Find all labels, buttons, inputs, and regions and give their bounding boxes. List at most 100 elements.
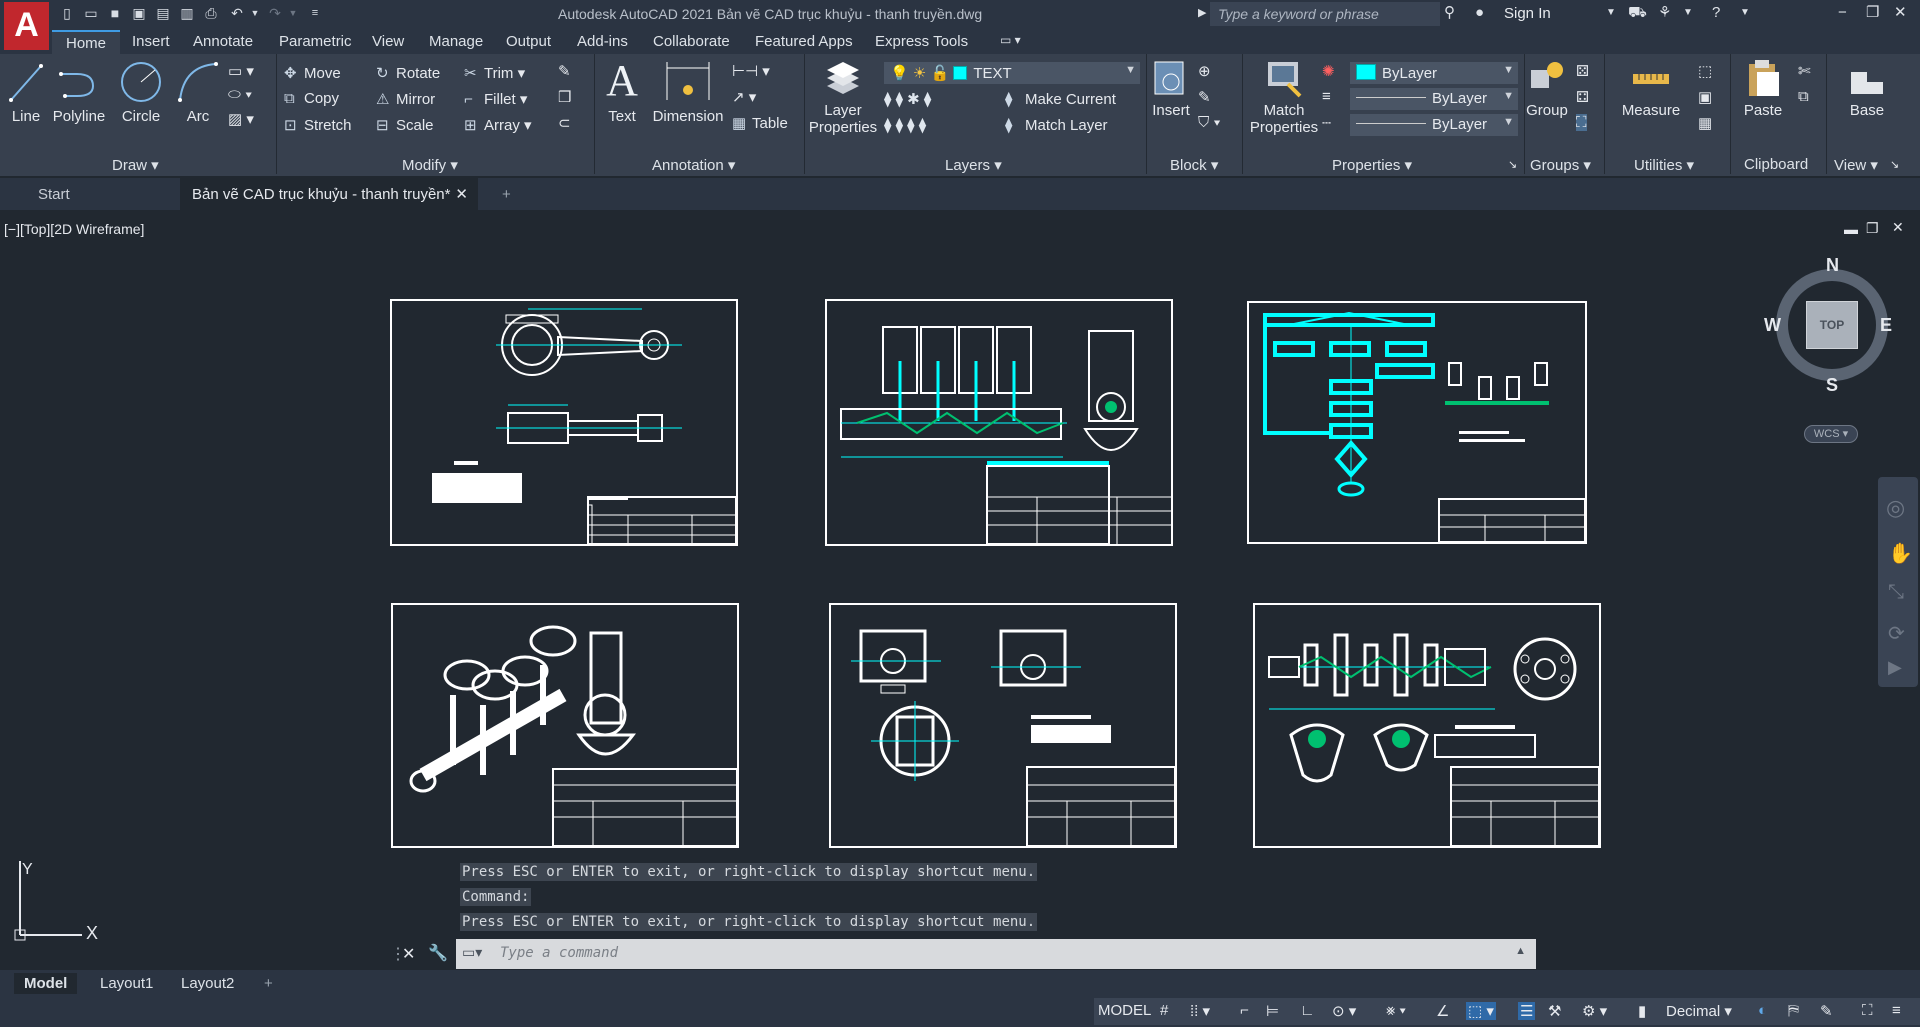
rectangle-icon[interactable]: ▭ ▾ <box>228 62 254 80</box>
drawing-sheet-connecting-rod[interactable] <box>390 299 738 546</box>
drawing-sheet-crank-assembly[interactable] <box>825 299 1173 546</box>
showmotion-icon[interactable]: ▶ <box>1888 657 1902 678</box>
modify-panel-title[interactable]: Modify ▾ <box>402 156 458 174</box>
move-button[interactable]: ✥ Move <box>284 64 341 82</box>
zoom-extents-icon[interactable]: ⤡ <box>1888 581 1904 604</box>
compass-east[interactable]: E <box>1880 315 1892 336</box>
app-dropdown-icon[interactable]: ▼ <box>1683 4 1693 22</box>
autodesk-app-icon[interactable]: ⚘ <box>1658 4 1671 22</box>
customization-menu-icon[interactable]: ≡ <box>1892 1002 1901 1019</box>
object-snap-icon[interactable]: ⬚ ▾ <box>1466 1002 1496 1020</box>
offset-icon[interactable]: ⊂ <box>558 114 571 132</box>
grid-icon[interactable]: # <box>1160 1002 1168 1019</box>
tab-express-tools[interactable]: Express Tools <box>875 33 968 50</box>
save-icon[interactable]: ■ <box>106 4 124 22</box>
leader-icon[interactable]: ↗ ▾ <box>732 88 756 106</box>
tab-manage[interactable]: Manage <box>429 33 483 50</box>
layer-tools-row-1[interactable]: ⧫ ⧫ ✱ ⧫ <box>884 90 931 108</box>
search-icon[interactable]: ⚲ <box>1444 4 1455 22</box>
layer-properties-button[interactable]: Layer Properties <box>808 58 878 136</box>
layers-panel-title[interactable]: Layers ▾ <box>945 156 1002 174</box>
group-select-icon[interactable]: ⛶ <box>1576 114 1587 131</box>
arc-button[interactable]: Arc <box>176 60 220 125</box>
block-panel-title[interactable]: Block ▾ <box>1170 156 1218 174</box>
undo-dropdown-icon[interactable]: ▼ <box>246 4 264 22</box>
dynamic-input-icon[interactable]: ⊨ <box>1266 1002 1279 1020</box>
drawing-sheet-piston[interactable] <box>829 603 1177 848</box>
layer-tools-row-2[interactable]: ⧫ ⧫ ⧫ ⧫ <box>884 116 926 134</box>
compass-west[interactable]: W <box>1764 315 1781 336</box>
quick-properties-icon[interactable]: ▮ <box>1638 1002 1646 1020</box>
array-button[interactable]: ⊞ Array ▾ <box>464 116 532 134</box>
tab-layout2[interactable]: Layout2 <box>171 973 244 994</box>
tab-home[interactable]: Home <box>52 30 121 54</box>
isolate-objects-icon[interactable]: ◐ <box>1758 1002 1767 1019</box>
mirror-button[interactable]: ⚠ Mirror <box>376 90 435 108</box>
match-layer-button[interactable]: ⧫ Match Layer <box>1005 116 1108 134</box>
command-input[interactable]: ▭▾ Type a command ▲ <box>456 939 1536 969</box>
pan-icon[interactable]: ✋ <box>1888 541 1913 566</box>
viewport-close-icon[interactable]: ✕ <box>1892 219 1904 236</box>
user-icon[interactable]: ● <box>1475 4 1484 22</box>
orbit-icon[interactable]: ⟳ <box>1888 621 1905 646</box>
object-snap-tracking-icon[interactable]: ∠ <box>1436 1002 1449 1020</box>
linetype-dropdown[interactable]: ByLayer ▼ <box>1350 88 1518 110</box>
close-icon[interactable]: ✕ <box>1894 4 1907 22</box>
copy-clip-icon[interactable]: ⧉ <box>1798 88 1809 105</box>
clipboard-panel-title[interactable]: Clipboard <box>1744 156 1808 173</box>
circle-button[interactable]: Circle <box>116 60 166 125</box>
stretch-button[interactable]: ⊡ Stretch <box>284 116 352 134</box>
command-close-icon[interactable]: ✕ <box>402 944 415 964</box>
hatch-icon[interactable]: ⬭ ▾ <box>228 86 252 103</box>
save-as-icon[interactable]: ▣ <box>130 4 148 22</box>
workspace-gear-icon[interactable]: ⚙ ▾ <box>1582 1002 1607 1020</box>
erase-icon[interactable]: ✎ <box>558 62 571 80</box>
history-toggle-icon[interactable]: ▲ <box>1515 945 1526 957</box>
cut-icon[interactable]: ✄ <box>1798 62 1811 80</box>
new-layout-icon[interactable]: + <box>254 973 283 994</box>
viewcube-top-face[interactable]: TOP <box>1806 301 1858 349</box>
tab-insert[interactable]: Insert <box>132 33 170 50</box>
document-tab[interactable]: Bản vẽ CAD trục khuỷu - thanh truyền* ✕ <box>180 178 478 210</box>
color-dropdown[interactable]: ByLayer ▼ <box>1350 62 1518 84</box>
table-button[interactable]: ▦ Table <box>732 114 788 132</box>
tab-add-ins[interactable]: Add-ins <box>577 33 628 50</box>
sign-in-button[interactable]: Sign In <box>1504 5 1551 22</box>
customize-toolbar-icon[interactable]: ≡ <box>306 4 324 22</box>
lineweight-display-icon[interactable]: ☰ <box>1518 1002 1536 1020</box>
cart-icon[interactable]: ⛟ <box>1628 4 1647 22</box>
snap-icon[interactable]: ⁞⁞ ▾ <box>1190 1002 1210 1020</box>
annotation-panel-title[interactable]: Annotation ▾ <box>652 156 735 174</box>
measure-button[interactable]: Measure <box>1618 58 1684 119</box>
select-all-icon[interactable]: ▣ <box>1698 88 1712 106</box>
tab-featured-apps[interactable]: Featured Apps <box>755 33 853 50</box>
customize-wrench-icon[interactable]: 🔧 <box>428 943 448 963</box>
line-button[interactable]: Line <box>6 60 46 125</box>
calculator-icon[interactable]: ▦ <box>1698 114 1712 132</box>
linear-dim-icon[interactable]: ⊢⊣ ▾ <box>732 62 770 80</box>
viewport-controls[interactable]: [−][Top][2D Wireframe] <box>4 221 144 237</box>
steering-wheel-icon[interactable]: ◎ <box>1886 495 1905 521</box>
make-current-button[interactable]: ⧫ Make Current <box>1005 90 1116 108</box>
redo-dropdown-icon[interactable]: ▼ <box>284 4 302 22</box>
utilities-panel-title[interactable]: Utilities ▾ <box>1634 156 1694 174</box>
trim-button[interactable]: ✂ Trim ▾ <box>464 64 525 82</box>
polar-tracking-icon[interactable]: ⊙ ▾ <box>1332 1002 1356 1020</box>
group-edit-icon[interactable]: ⚃ <box>1576 88 1589 106</box>
rotate-button[interactable]: ↻ Rotate <box>376 64 440 82</box>
tab-parametric[interactable]: Parametric <box>279 33 352 50</box>
scale-button[interactable]: ⊟ Scale <box>376 116 434 134</box>
paste-button[interactable]: Paste <box>1738 58 1788 119</box>
drawing-sheet-flow-diagram[interactable] <box>1247 301 1587 544</box>
close-tab-icon[interactable]: ✕ <box>455 185 468 203</box>
wcs-menu[interactable]: WCS ▾ <box>1804 425 1858 443</box>
dimension-button[interactable]: Dimension <box>650 60 726 125</box>
ungroup-icon[interactable]: ⚄ <box>1576 62 1589 80</box>
help-icon[interactable]: ? <box>1712 4 1720 22</box>
fullscreen-icon[interactable]: ⛶ <box>1862 1002 1873 1019</box>
polyline-button[interactable]: Polyline <box>52 60 106 125</box>
hardware-acceleration-icon[interactable]: ⛿ <box>1788 1002 1799 1019</box>
autocad-logo[interactable]: A <box>4 2 49 50</box>
annotation-scale-icon[interactable]: ⚒ <box>1548 1002 1561 1020</box>
tab-annotate[interactable]: Annotate <box>193 33 253 50</box>
